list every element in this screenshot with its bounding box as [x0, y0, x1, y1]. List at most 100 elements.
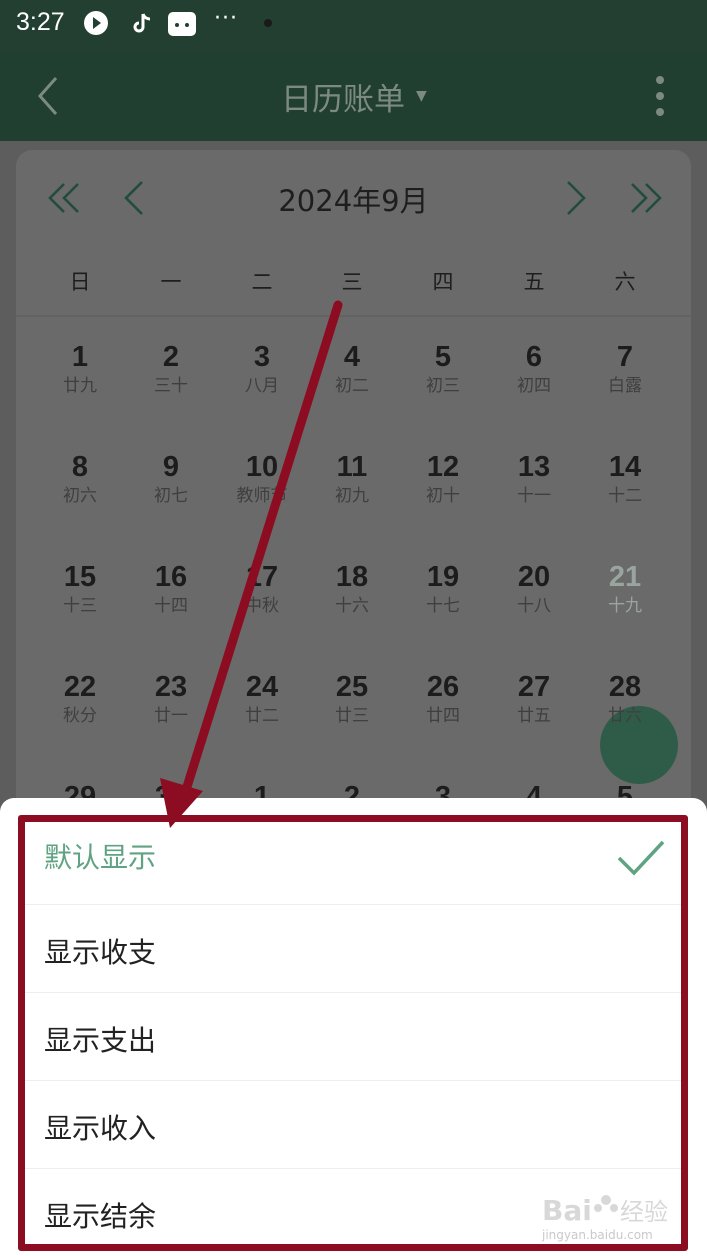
day-number: 6	[525, 341, 543, 373]
back-arrow-icon	[37, 77, 58, 115]
weekday-divider	[16, 315, 691, 317]
day-number: 18	[335, 561, 369, 593]
calendar-day[interactable]: 6 初四	[489, 340, 579, 396]
calendar-day[interactable]: 3 八月	[217, 340, 307, 396]
weekday-label: 三	[341, 270, 363, 294]
lunar-date-label: 十四	[154, 596, 188, 616]
calendar-day[interactable]: 28 廿六	[580, 670, 670, 726]
page-title[interactable]: 日历账单	[281, 74, 405, 119]
calendar-day[interactable]: 10 教师节	[217, 450, 307, 506]
day-number: 23	[154, 671, 188, 703]
calendar-day[interactable]: 2 三十	[126, 340, 216, 396]
calendar-day[interactable]: 16 十四	[126, 560, 216, 616]
calendar-day[interactable]: 11 初九	[307, 450, 397, 506]
lunar-date-label: 十二	[608, 486, 642, 506]
calendar-day[interactable]: 12 初十	[398, 450, 488, 506]
day-number: 12	[426, 451, 460, 483]
day-number: 8	[71, 451, 89, 483]
day-number: 22	[63, 671, 97, 703]
lunar-date-label: 十一	[517, 486, 551, 506]
lunar-date-label: 初九	[335, 486, 369, 506]
calendar-day[interactable]: 21 十九	[580, 560, 670, 616]
day-number: 19	[426, 561, 460, 593]
lunar-date-label: 白露	[608, 376, 642, 396]
more-options-button[interactable]	[646, 74, 674, 118]
day-number: 7	[616, 341, 634, 373]
day-number: 28	[608, 671, 642, 703]
back-button[interactable]	[26, 68, 76, 124]
lunar-date-label: 十八	[517, 596, 551, 616]
lunar-date-label: 十九	[608, 596, 642, 616]
day-number: 20	[517, 561, 551, 593]
weekday-label: 日	[69, 270, 91, 294]
lunar-date-label: 廿四	[426, 706, 460, 726]
lunar-date-label: 初四	[517, 376, 551, 396]
status-time: 3:27	[16, 8, 65, 36]
calendar-day[interactable]: 17 中秋	[217, 560, 307, 616]
lunar-date-label: 秋分	[63, 706, 97, 726]
calendar-day[interactable]: 27 廿五	[489, 670, 579, 726]
day-number: 25	[335, 671, 369, 703]
status-bar: 3:27 ···	[0, 0, 707, 52]
lunar-date-label: 八月	[245, 376, 279, 396]
calendar-day[interactable]: 19 十七	[398, 560, 488, 616]
day-number: 2	[162, 341, 180, 373]
day-number: 26	[426, 671, 460, 703]
calendar-day[interactable]: 20 十八	[489, 560, 579, 616]
weekday-label: 四	[432, 270, 454, 294]
weekday-label: 一	[160, 270, 182, 294]
lunar-date-label: 十七	[426, 596, 460, 616]
calendar-day[interactable]: 26 廿四	[398, 670, 488, 726]
lunar-date-label: 初六	[63, 486, 97, 506]
day-number: 27	[517, 671, 551, 703]
calendar-day[interactable]: 15 十三	[35, 560, 125, 616]
day-number: 13	[517, 451, 551, 483]
calendar-day[interactable]: 24 廿二	[217, 670, 307, 726]
weekday-label: 六	[614, 270, 636, 294]
day-number: 10	[245, 451, 279, 483]
day-number: 9	[162, 451, 180, 483]
day-number: 16	[154, 561, 188, 593]
day-number: 11	[336, 451, 368, 483]
video-app-icon	[84, 11, 108, 35]
calendar-day[interactable]: 9 初七	[126, 450, 216, 506]
calendar-day[interactable]: 5 初三	[398, 340, 488, 396]
lunar-date-label: 廿三	[335, 706, 369, 726]
lunar-date-label: 中秋	[245, 596, 279, 616]
day-number: 24	[245, 671, 279, 703]
day-number: 4	[343, 341, 361, 373]
title-dropdown-icon[interactable]: ▼	[416, 88, 427, 104]
calendar-day[interactable]: 25 廿三	[307, 670, 397, 726]
calendar-day[interactable]: 7 白露	[580, 340, 670, 396]
day-number: 3	[253, 341, 271, 373]
day-number: 5	[434, 341, 452, 373]
lunar-date-label: 廿二	[245, 706, 279, 726]
next-month-button[interactable]	[552, 174, 600, 222]
calendar-day[interactable]: 23 廿一	[126, 670, 216, 726]
day-number: 1	[71, 341, 89, 373]
lunar-date-label: 廿五	[517, 706, 551, 726]
svg-text:经验: 经验	[620, 1198, 668, 1226]
lunar-date-label: 初七	[154, 486, 188, 506]
lunar-date-label: 初十	[426, 486, 460, 506]
lunar-date-label: 十三	[63, 596, 97, 616]
day-number: 15	[63, 561, 97, 593]
next-year-button[interactable]	[620, 174, 668, 222]
day-number: 14	[608, 451, 642, 483]
calendar-day[interactable]: 8 初六	[35, 450, 125, 506]
calendar-day[interactable]: 22 秋分	[35, 670, 125, 726]
calendar-day[interactable]: 13 十一	[489, 450, 579, 506]
watermark-url: jingyan.baidu.com	[542, 1228, 653, 1242]
app-bar: 日历账单 ▼	[0, 52, 707, 141]
lunar-date-label: 廿一	[154, 706, 188, 726]
lunar-date-label: 廿九	[63, 376, 97, 396]
lunar-date-label: 廿六	[608, 706, 642, 726]
calendar-day[interactable]: 1 廿九	[35, 340, 125, 396]
lunar-date-label: 十六	[335, 596, 369, 616]
calendar-day[interactable]: 18 十六	[307, 560, 397, 616]
status-dot-icon	[264, 19, 272, 27]
day-number: 17	[245, 561, 279, 593]
calendar-day[interactable]: 4 初二	[307, 340, 397, 396]
calendar-day[interactable]: 14 十二	[580, 450, 670, 506]
svg-text:Bai: Bai	[542, 1194, 592, 1227]
